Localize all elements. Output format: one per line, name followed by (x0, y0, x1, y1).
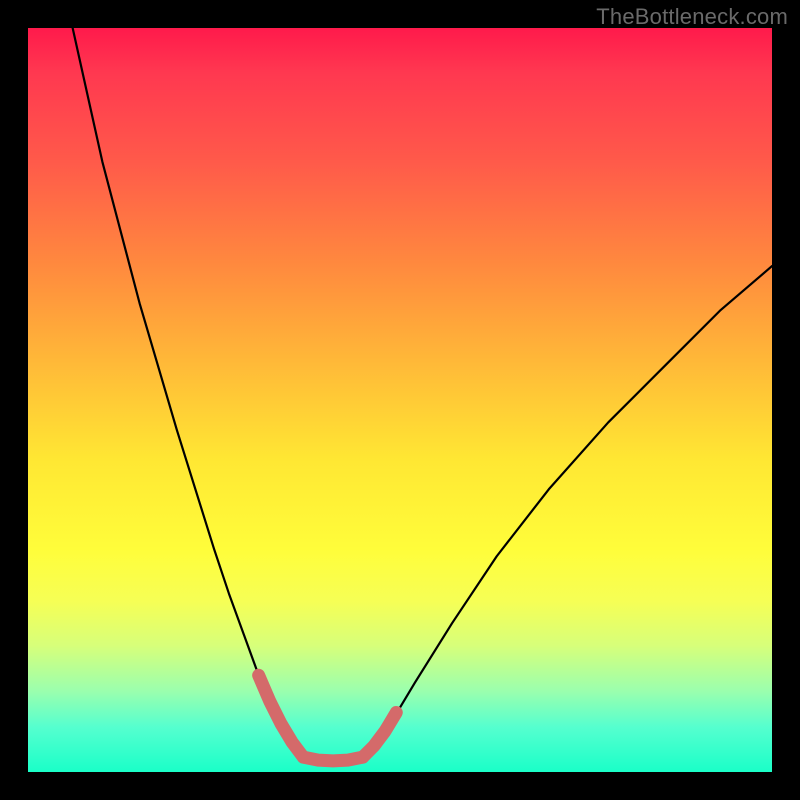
curve-group (73, 28, 772, 761)
app-frame: TheBottleneck.com (0, 0, 800, 800)
watermark-text: TheBottleneck.com (596, 4, 788, 30)
chart-svg (28, 28, 772, 772)
highlight-right (363, 712, 396, 757)
highlight-left (259, 675, 304, 757)
bottleneck-curve (73, 28, 772, 761)
highlight-valley (303, 757, 363, 761)
